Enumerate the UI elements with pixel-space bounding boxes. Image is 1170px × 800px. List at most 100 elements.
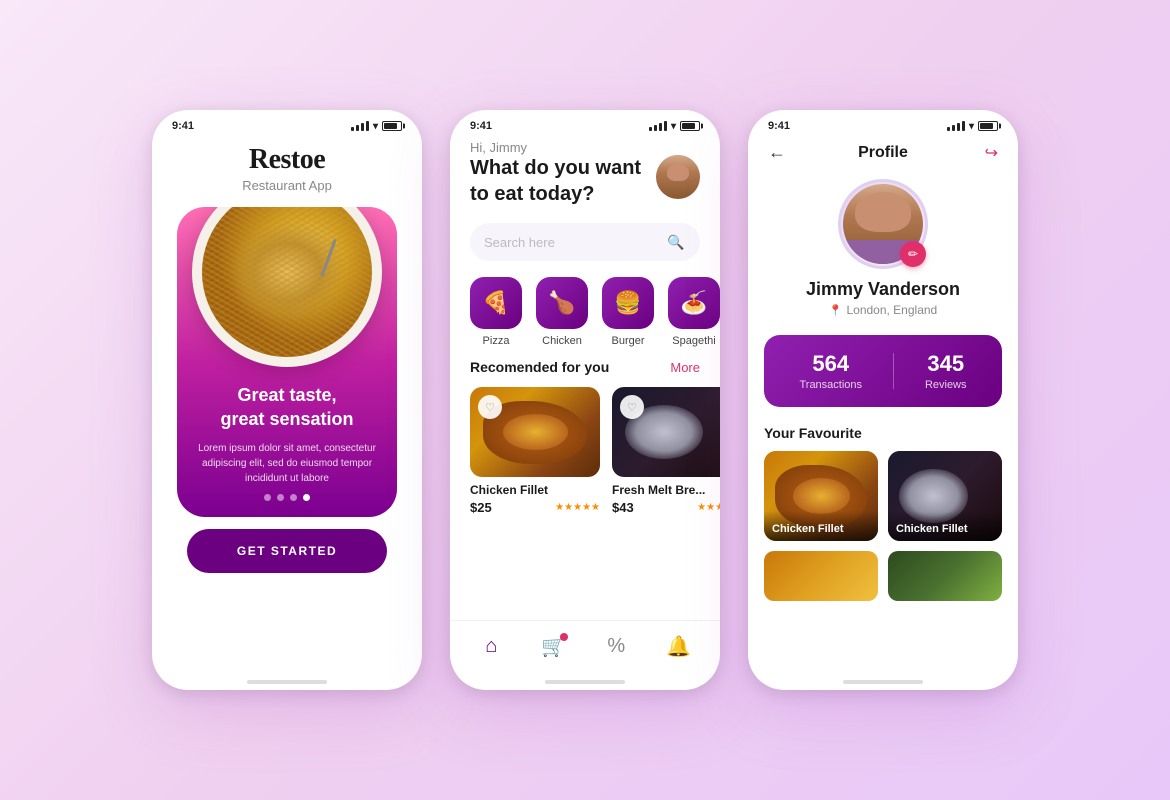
spagethi-icon: 🍝 <box>680 290 707 316</box>
wifi-icon-3: ▾ <box>969 121 974 132</box>
phone1-content: Restoe Restaurant App Great taste, great… <box>152 136 422 672</box>
food-card-price-1: $25 <box>470 500 492 515</box>
status-bar-3: 9:41 ▾ <box>748 110 1018 136</box>
wifi-icon-1: ▾ <box>373 121 378 132</box>
category-burger[interactable]: 🍔 Burger <box>602 277 654 347</box>
greeting-small: Hi, Jimmy <box>470 140 700 155</box>
logout-button[interactable]: ↪ <box>970 143 998 163</box>
fav-img-4 <box>888 551 1002 601</box>
battery-icon-2 <box>680 121 700 131</box>
section-title: Recomended for you <box>470 359 609 375</box>
time-2: 9:41 <box>470 120 492 132</box>
home-indicator-2 <box>545 680 625 684</box>
food-card-image-2: ♡ <box>612 387 720 477</box>
burger-icon-box: 🍔 <box>602 277 654 329</box>
food-card-row2-1: $25 ★★★★★ <box>470 500 600 515</box>
favourites-section: Your Favourite Chicken Fillet Chicken Fi… <box>748 417 1018 672</box>
favourites-title: Your Favourite <box>764 425 1002 441</box>
fav-item-4[interactable] <box>888 551 1002 601</box>
get-started-button[interactable]: GET STARTED <box>187 529 387 573</box>
profile-page-title: Profile <box>858 144 908 162</box>
avatar-face-small <box>656 155 700 199</box>
profile-avatar-section: ✏ Jimmy Vanderson 📍 London, England <box>748 171 1018 325</box>
stat-transactions-value: 564 <box>812 351 849 377</box>
pizza-label: Pizza <box>483 335 510 347</box>
fav-item-2[interactable]: Chicken Fillet <box>888 451 1002 541</box>
bottom-nav: ⌂ 🛒 % 🔔 <box>450 620 720 672</box>
fav-label-2: Chicken Fillet <box>888 511 1002 541</box>
dot-4-active <box>303 494 310 501</box>
chicken-icon-box: 🍗 <box>536 277 588 329</box>
signal-icon-1 <box>351 121 369 131</box>
user-avatar-small[interactable] <box>656 155 700 199</box>
fav-item-3[interactable] <box>764 551 878 601</box>
profile-location-text: London, England <box>846 303 937 317</box>
profile-header-bar: ← Profile ↪ <box>748 136 1018 171</box>
heart-icon-1[interactable]: ♡ <box>478 395 502 419</box>
section-more-btn[interactable]: More <box>670 360 700 375</box>
phone-home: 9:41 ▾ Hi, Jimmy What do you want to eat… <box>450 110 720 690</box>
noodles-texture <box>202 207 372 357</box>
burger-icon: 🍔 <box>614 290 641 316</box>
stat-transactions-label: Transactions <box>799 379 862 391</box>
search-bar[interactable]: Search here 🔍 <box>470 223 700 261</box>
signal-icon-3 <box>947 121 965 131</box>
greeting-big: What do you want to eat today? <box>470 155 646 207</box>
signal-icon-2 <box>649 121 667 131</box>
spagethi-label: Spagethi <box>672 335 715 347</box>
category-chicken[interactable]: 🍗 Chicken <box>536 277 588 347</box>
card-text-block: Great taste, great sensation <box>220 384 353 431</box>
home-indicator-1 <box>247 680 327 684</box>
fav-row2 <box>764 551 1002 601</box>
status-icons-3: ▾ <box>947 121 998 132</box>
location-pin-icon: 📍 <box>829 304 843 317</box>
food-card-name-1: Chicken Fillet <box>470 483 600 497</box>
wifi-icon-2: ▾ <box>671 121 676 132</box>
category-pizza[interactable]: 🍕 Pizza <box>470 277 522 347</box>
phone2-content: Hi, Jimmy What do you want to eat today?… <box>450 136 720 672</box>
status-icons-1: ▾ <box>351 121 402 132</box>
fav-item-1[interactable]: Chicken Fillet <box>764 451 878 541</box>
nav-home[interactable]: ⌂ <box>473 629 509 665</box>
phone-profile: 9:41 ▾ ← Profile ↪ <box>748 110 1018 690</box>
app-subtitle: Restaurant App <box>242 178 332 193</box>
fav-img-3 <box>764 551 878 601</box>
food-card-1[interactable]: ♡ Chicken Fillet $25 ★★★★★ <box>470 387 600 515</box>
app-name: Restoe <box>249 144 325 176</box>
spagethi-icon-box: 🍝 <box>668 277 720 329</box>
home-header: Hi, Jimmy What do you want to eat today? <box>450 136 720 215</box>
stat-reviews: 345 Reviews <box>925 351 967 391</box>
heart-icon-2[interactable]: ♡ <box>620 395 644 419</box>
back-button[interactable]: ← <box>768 142 796 163</box>
chicken-label: Chicken <box>542 335 582 347</box>
food-plate <box>192 207 382 367</box>
search-placeholder: Search here <box>484 235 658 250</box>
stat-reviews-value: 345 <box>927 351 964 377</box>
cart-badge <box>560 633 568 641</box>
nav-cart[interactable]: 🛒 <box>536 629 572 665</box>
status-icons-2: ▾ <box>649 121 700 132</box>
edit-avatar-button[interactable]: ✏ <box>900 241 926 267</box>
card-description: Lorem ipsum dolor sit amet, consectetur … <box>177 441 397 486</box>
category-spagethi[interactable]: 🍝 Spagethi <box>668 277 720 347</box>
profile-name: Jimmy Vanderson <box>806 279 960 300</box>
card-headline: Great taste, great sensation <box>220 384 353 431</box>
battery-icon-3 <box>978 121 998 131</box>
food-card-2[interactable]: ♡ Fresh Melt Bre... $43 ★★★★☆ <box>612 387 720 515</box>
home-indicator-3 <box>843 680 923 684</box>
profile-location: 📍 London, England <box>829 303 937 317</box>
nav-bell[interactable]: 🔔 <box>661 629 697 665</box>
battery-icon-1 <box>382 121 402 131</box>
status-bar-1: 9:41 ▾ <box>152 110 422 136</box>
slide-dots <box>264 494 310 501</box>
dot-2 <box>277 494 284 501</box>
fav-label-1: Chicken Fillet <box>764 511 878 541</box>
stats-card: 564 Transactions 345 Reviews <box>764 335 1002 407</box>
stat-transactions: 564 Transactions <box>799 351 862 391</box>
dot-3 <box>290 494 297 501</box>
food-card-name-2: Fresh Melt Bre... <box>612 483 720 497</box>
burger-label: Burger <box>611 335 644 347</box>
nav-discount[interactable]: % <box>598 629 634 665</box>
food-card-price-2: $43 <box>612 500 634 515</box>
chicken-icon: 🍗 <box>548 290 575 316</box>
